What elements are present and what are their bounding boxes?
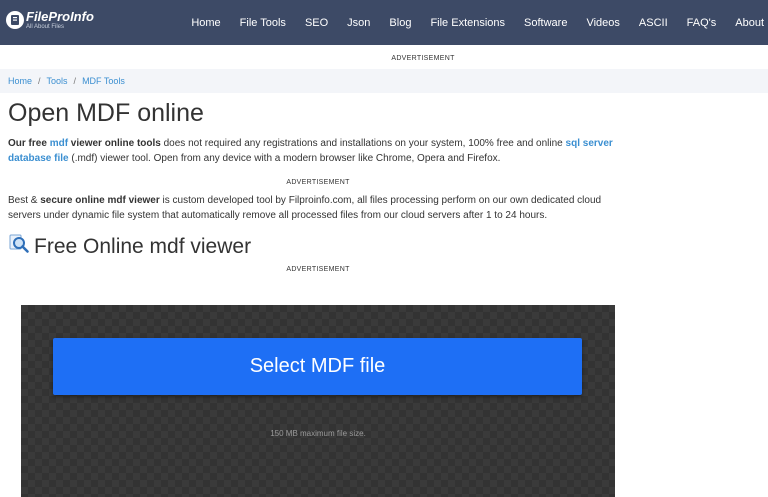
advertisement-label-middle: ADVERTISEMENT [286, 179, 350, 186]
nav-faqs[interactable]: FAQ's [687, 17, 717, 29]
nav-file-extensions[interactable]: File Extensions [430, 17, 505, 29]
security-text-bold: secure online mdf viewer [40, 195, 160, 206]
breadcrumb-tools[interactable]: Tools [47, 76, 68, 86]
section-heading: Free Online mdf viewer [8, 232, 251, 261]
nav-blog[interactable]: Blog [389, 17, 411, 29]
select-mdf-file-button[interactable]: Select MDF file [53, 338, 582, 395]
nav-json[interactable]: Json [347, 17, 370, 29]
nav-ascii[interactable]: ASCII [639, 17, 668, 29]
logo-title: FileProInfo [26, 9, 94, 24]
nav-software[interactable]: Software [524, 17, 567, 29]
page-title: Open MDF online [8, 99, 204, 127]
intro-text-2: viewer online tools [68, 138, 161, 149]
intro-text-1: Our free [8, 138, 50, 149]
breadcrumb-separator: / [38, 76, 41, 86]
magnifier-icon [8, 232, 30, 261]
nav-about[interactable]: About [735, 17, 764, 29]
intro-text-4: (.mdf) viewer tool. Open from any device… [68, 153, 501, 164]
logo-tagline: All About Files [26, 24, 65, 30]
advertisement-label-top: ADVERTISEMENT [391, 55, 455, 62]
security-text-1: Best & [8, 195, 41, 206]
nav-menu: Home File Tools SEO Json Blog File Exten… [172, 0, 764, 45]
site-logo[interactable]: FileProInfo All About Files [6, 10, 94, 30]
breadcrumb: Home / Tools / MDF Tools [0, 69, 768, 93]
breadcrumb-mdf-tools[interactable]: MDF Tools [82, 76, 125, 86]
mdf-link[interactable]: mdf [50, 138, 68, 149]
navbar: FileProInfo All About Files Home File To… [0, 0, 768, 45]
nav-videos[interactable]: Videos [586, 17, 619, 29]
section-heading-text: Free Online mdf viewer [34, 234, 252, 258]
nav-home[interactable]: Home [191, 17, 220, 29]
nav-file-tools[interactable]: File Tools [240, 17, 286, 29]
nav-seo[interactable]: SEO [305, 17, 328, 29]
logo-icon [6, 11, 24, 29]
intro-text-3: does not required any registrations and … [160, 138, 566, 149]
file-upload-dropzone[interactable]: Select MDF file 150 MB maximum file size… [21, 305, 615, 497]
breadcrumb-home[interactable]: Home [8, 76, 32, 86]
security-paragraph: Best & secure online mdf viewer is custo… [8, 193, 620, 223]
intro-paragraph: Our free mdf viewer online tools does no… [8, 136, 620, 166]
advertisement-label-lower: ADVERTISEMENT [286, 266, 350, 273]
max-file-size-note: 150 MB maximum file size. [270, 429, 366, 438]
breadcrumb-separator: / [73, 76, 77, 86]
